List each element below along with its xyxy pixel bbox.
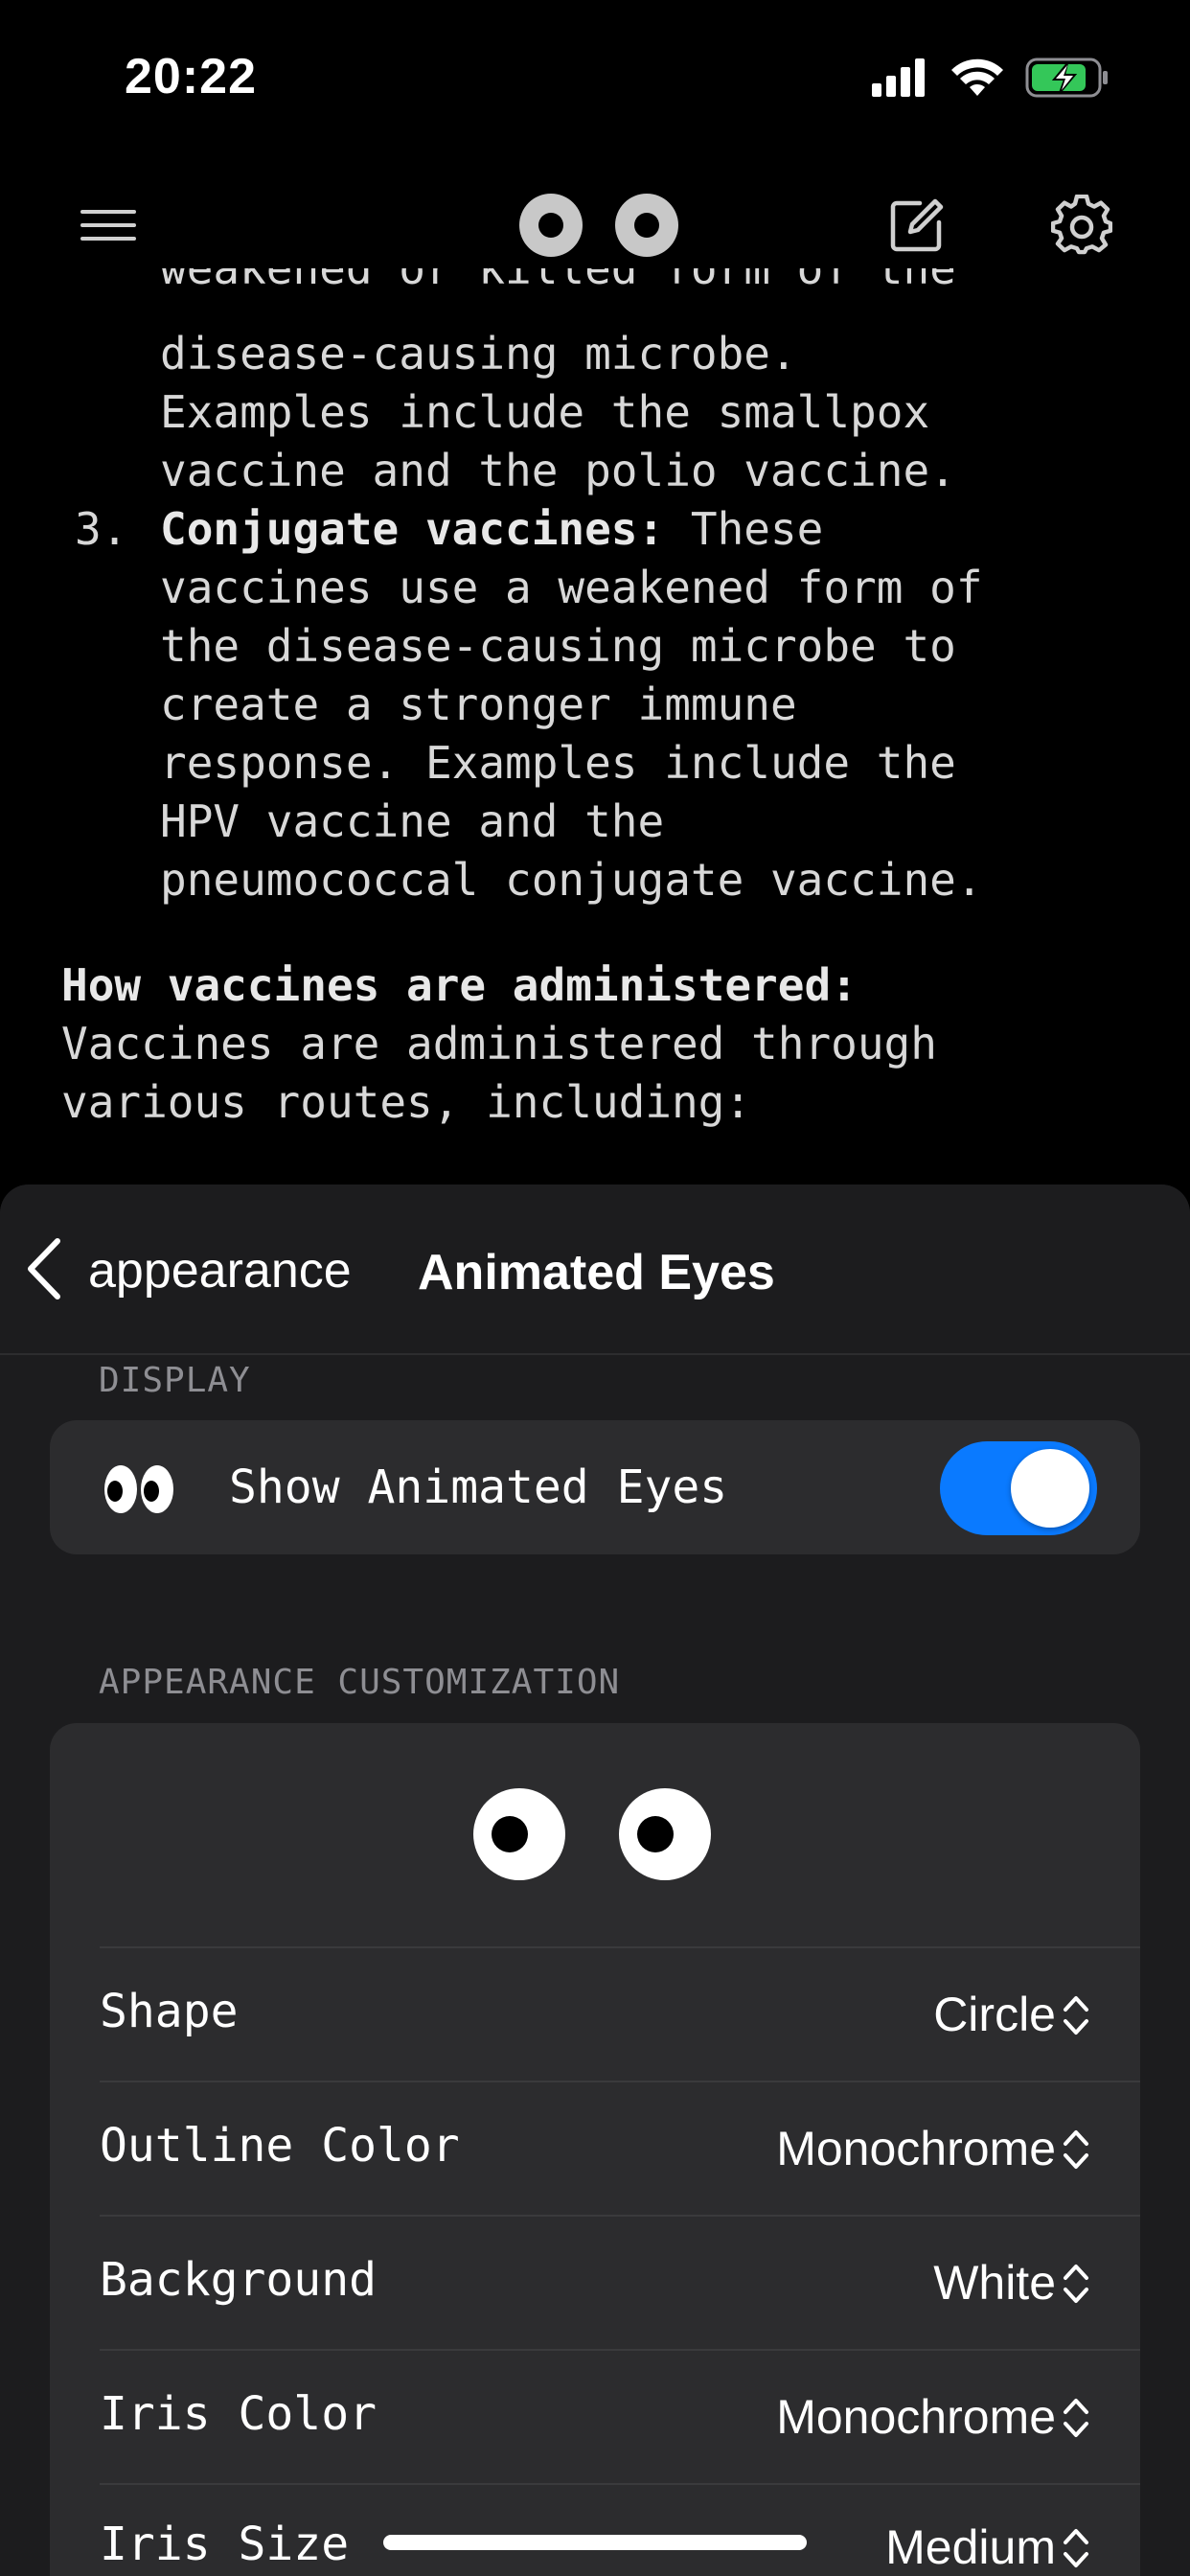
- settings-button[interactable]: [1048, 194, 1115, 261]
- setting-row-iris-color[interactable]: Iris Color Monochrome: [100, 2349, 1140, 2483]
- chat-line: pneumococcal conjugate vaccine.: [160, 854, 983, 906]
- row-value: Monochrome: [776, 2122, 1056, 2175]
- chat-line: Examples include the smallpox: [160, 386, 930, 438]
- show-eyes-label: Show Animated Eyes: [229, 1460, 728, 1514]
- status-bar: 20:22: [0, 0, 1190, 153]
- hamburger-menu-icon: [79, 206, 138, 249]
- setting-row-outline-color[interactable]: Outline Color Monochrome: [100, 2081, 1140, 2215]
- chat-line: response. Examples include the: [160, 737, 956, 789]
- setting-row-shape[interactable]: Shape Circle: [100, 1946, 1140, 2081]
- row-label: Iris Color: [100, 2387, 377, 2441]
- eyes-preview-icon: [473, 1786, 713, 1887]
- chat-line: Vaccines are administered through: [61, 1018, 937, 1070]
- section-label-customization: APPEARANCE CUSTOMIZATION: [99, 1663, 621, 1702]
- chat-line: weakened or killed form of the: [160, 268, 956, 294]
- top-navigation-bar: [0, 182, 1190, 268]
- chat-heading: How vaccines are administered:: [61, 956, 858, 1015]
- chevron-updown-icon: [1062, 2257, 1090, 2311]
- chevron-updown-icon: [1062, 2521, 1090, 2575]
- battery-icon: [1025, 58, 1110, 103]
- menu-button[interactable]: [75, 194, 142, 261]
- row-value: Monochrome: [776, 2390, 1056, 2444]
- show-eyes-card: Show Animated Eyes: [50, 1420, 1140, 1554]
- chat-line: the disease-causing microbe to: [160, 620, 956, 672]
- wifi-icon: [950, 58, 1004, 103]
- chat-line: create a stronger immune: [160, 678, 797, 730]
- eyes-logo-icon: [517, 192, 680, 264]
- chat-line: various routes, including:: [61, 1076, 752, 1128]
- row-label: Background: [100, 2253, 377, 2307]
- toggle-knob: [1011, 1449, 1089, 1528]
- back-button[interactable]: appearance: [25, 1232, 352, 1309]
- status-time: 20:22: [125, 49, 257, 104]
- eyes-emoji-icon: [102, 1460, 178, 1523]
- section-label-display: DISPLAY: [99, 1361, 251, 1400]
- list-item-bold: Conjugate vaccines:: [160, 503, 665, 555]
- row-value: White: [933, 2256, 1056, 2310]
- chevron-updown-icon: [1062, 1989, 1090, 2042]
- eyes-logo: [508, 192, 690, 264]
- chat-line: disease-causing microbe.: [160, 328, 797, 380]
- row-label: Shape: [100, 1985, 239, 2038]
- chat-transcript: weakened or killed form of the disease-c…: [0, 268, 1190, 1188]
- setting-row-iris-size[interactable]: Iris Size Medium: [100, 2483, 1140, 2576]
- chat-line: HPV vaccine and the: [160, 795, 665, 847]
- row-value: Medium: [885, 2520, 1056, 2574]
- compose-icon: [887, 196, 947, 260]
- chevron-updown-icon: [1062, 2123, 1090, 2176]
- animated-eyes-settings-sheet: appearance Animated Eyes DISPLAY Show An…: [0, 1184, 1190, 2576]
- status-icons: [872, 58, 1110, 103]
- row-value: Circle: [933, 1988, 1056, 2041]
- setting-row-background[interactable]: Background White: [100, 2215, 1140, 2349]
- show-eyes-toggle[interactable]: [940, 1441, 1097, 1535]
- chevron-updown-icon: [1062, 2391, 1090, 2445]
- back-button-label: appearance: [88, 1243, 352, 1299]
- new-chat-button[interactable]: [883, 194, 950, 261]
- row-label: Iris Size: [100, 2518, 350, 2571]
- chat-heading-text: How vaccines are administered:: [61, 959, 858, 1011]
- cellular-signal-icon: [872, 58, 929, 102]
- gear-icon: [1050, 194, 1113, 261]
- list-item-text: These: [664, 503, 824, 555]
- list-item-heading: Conjugate vaccines: These: [160, 500, 823, 559]
- chevron-left-icon: [25, 1237, 63, 1305]
- sheet-header: appearance Animated Eyes: [0, 1184, 1190, 1355]
- home-indicator[interactable]: [383, 2535, 807, 2550]
- chat-line: vaccines use a weakened form of: [160, 562, 983, 613]
- row-label: Outline Color: [100, 2119, 460, 2173]
- list-number: 3.: [75, 503, 128, 555]
- sheet-title: Animated Eyes: [418, 1245, 775, 1300]
- chat-line: vaccine and the polio vaccine.: [160, 445, 956, 496]
